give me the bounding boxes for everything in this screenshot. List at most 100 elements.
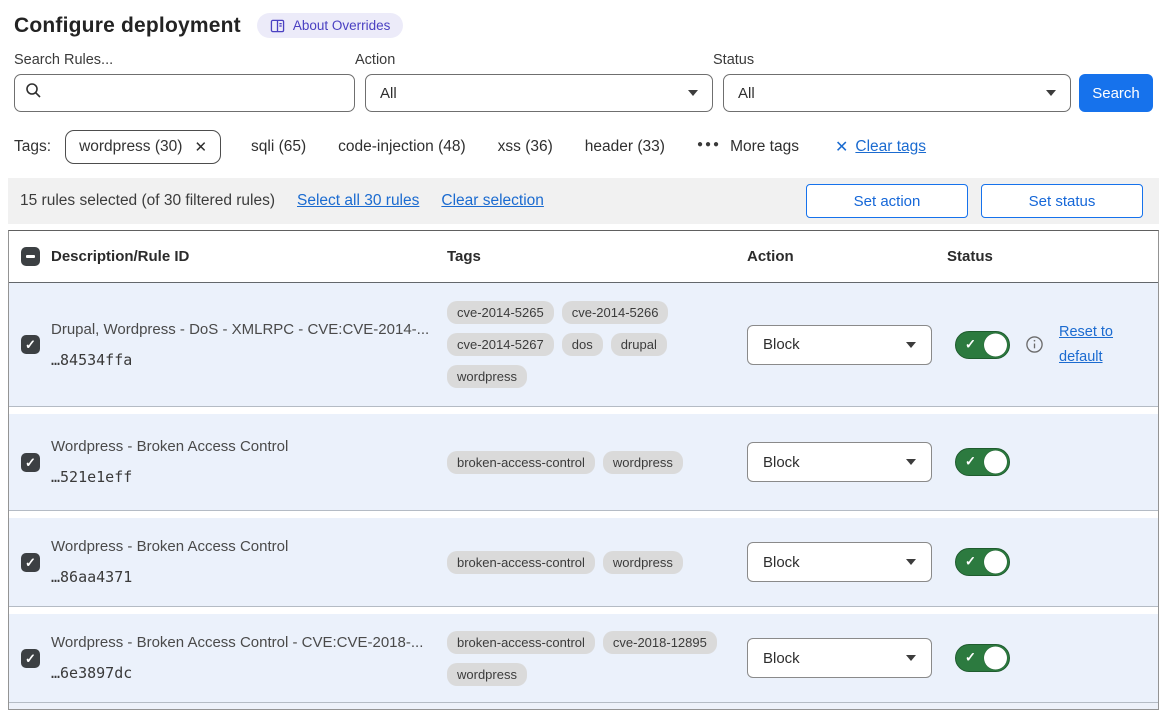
rule-action-select[interactable]: Block (747, 442, 932, 482)
tag-chip: cve-2014-5265 (447, 301, 554, 324)
rule-description: Wordpress - Broken Access Control (51, 438, 431, 455)
rule-action-value: Block (763, 554, 800, 571)
rule-id: …86aa4371 (51, 568, 431, 586)
rule-status-toggle[interactable]: ✓ (955, 644, 1010, 672)
rule-description: Drupal, Wordpress - DoS - XMLRPC - CVE:C… (51, 321, 431, 338)
chevron-down-icon (906, 459, 916, 465)
selected-tag-label: wordpress (30) (79, 138, 182, 156)
row-checkbox[interactable]: ✓ (21, 335, 40, 354)
status-filter-value: All (738, 85, 755, 102)
search-rules-box (14, 74, 355, 112)
reset-to-default-link[interactable]: Reset to default (1059, 320, 1123, 369)
set-status-button[interactable]: Set status (981, 184, 1143, 218)
rule-id: …521e1eff (51, 468, 431, 486)
tag-option-sqli[interactable]: sqli (65) (251, 138, 306, 156)
search-rules-label: Search Rules... (14, 52, 355, 68)
rule-status-toggle[interactable]: ✓ (955, 548, 1010, 576)
rule-tags: broken-access-control wordpress (447, 551, 723, 574)
rule-id: …84534ffa (51, 351, 431, 369)
info-icon[interactable] (1025, 335, 1044, 354)
rules-table: Description/Rule ID Tags Action Status ✓… (8, 230, 1159, 710)
search-icon (25, 82, 42, 104)
clear-tags-link[interactable]: ✕ Clear tags (835, 137, 926, 157)
tag-chip: broken-access-control (447, 551, 595, 574)
more-tags-button[interactable]: ●●● More tags (697, 138, 799, 156)
rule-id: …6e3897dc (51, 664, 431, 682)
action-filter-select[interactable]: All (365, 74, 713, 112)
check-icon: ✓ (965, 650, 976, 666)
row-checkbox[interactable]: ✓ (21, 553, 40, 572)
check-icon: ✓ (25, 652, 36, 665)
row-separator (9, 407, 1158, 414)
tag-option-xss[interactable]: xss (36) (498, 138, 553, 156)
tags-label: Tags: (14, 138, 51, 156)
rule-status-toggle[interactable]: ✓ (955, 331, 1010, 359)
status-filter-label: Status (713, 52, 1071, 68)
table-row: ✓ Wordpress - Broken Access Control …521… (9, 414, 1158, 511)
table-header-row: Description/Rule ID Tags Action Status (9, 231, 1158, 283)
action-filter-value: All (380, 85, 397, 102)
rule-action-value: Block (763, 650, 800, 667)
select-all-rules-link[interactable]: Select all 30 rules (297, 192, 419, 210)
check-icon: ✓ (25, 556, 36, 569)
rule-tags: broken-access-control cve-2018-12895 wor… (447, 631, 723, 686)
check-icon: ✓ (965, 554, 976, 570)
about-overrides-label: About Overrides (293, 18, 391, 33)
set-action-button[interactable]: Set action (806, 184, 968, 218)
filters-bar: Search Rules... Action All Status All Se… (0, 46, 1167, 112)
about-overrides-badge[interactable]: About Overrides (257, 13, 404, 38)
tags-bar: Tags: wordpress (30) ✕ sqli (65) code-in… (0, 112, 1167, 178)
tag-option-header[interactable]: header (33) (585, 138, 665, 156)
rule-status-toggle[interactable]: ✓ (955, 448, 1010, 476)
select-all-checkbox[interactable] (21, 247, 40, 266)
table-row: ✓ Wordpress - Broken Access Control - CV… (9, 614, 1158, 703)
search-rules-input[interactable] (50, 85, 344, 102)
chevron-down-icon (906, 655, 916, 661)
rule-action-select[interactable]: Block (747, 542, 932, 582)
table-row: ✓ Wordpress - Broken Access Control …86a… (9, 518, 1158, 607)
check-icon: ✓ (25, 456, 36, 469)
row-separator (9, 607, 1158, 614)
close-icon[interactable]: ✕ (194, 138, 207, 156)
toggle-knob (984, 333, 1007, 356)
minus-icon (26, 255, 35, 258)
tag-chip: cve-2014-5266 (562, 301, 669, 324)
tag-option-code-injection[interactable]: code-injection (48) (338, 138, 466, 156)
tag-chip: wordpress (447, 663, 527, 686)
row-separator (9, 511, 1158, 518)
more-tags-label: More tags (730, 138, 799, 156)
close-icon: ✕ (835, 137, 848, 157)
rule-action-value: Block (763, 336, 800, 353)
rule-action-value: Block (763, 454, 800, 471)
toggle-knob (984, 451, 1007, 474)
tag-chip: cve-2018-12895 (603, 631, 717, 654)
clear-tags-label: Clear tags (855, 138, 926, 156)
tag-chip: broken-access-control (447, 631, 595, 654)
ellipsis-icon: ●●● (697, 139, 721, 150)
book-icon (270, 19, 285, 33)
row-checkbox[interactable]: ✓ (21, 453, 40, 472)
row-checkbox[interactable]: ✓ (21, 649, 40, 668)
tag-chip: drupal (611, 333, 667, 356)
status-filter-select[interactable]: All (723, 74, 1071, 112)
selected-tag-wordpress[interactable]: wordpress (30) ✕ (65, 130, 221, 164)
rule-tags: cve-2014-5265 cve-2014-5266 cve-2014-526… (447, 301, 723, 388)
chevron-down-icon (688, 90, 698, 96)
page-header: Configure deployment About Overrides (0, 0, 1167, 46)
chevron-down-icon (906, 342, 916, 348)
chevron-down-icon (1046, 90, 1056, 96)
rule-tags: broken-access-control wordpress (447, 451, 723, 474)
clear-selection-link[interactable]: Clear selection (441, 192, 544, 210)
search-button[interactable]: Search (1079, 74, 1153, 112)
toggle-knob (984, 551, 1007, 574)
page-title: Configure deployment (14, 14, 241, 38)
column-header-action: Action (747, 248, 947, 265)
rule-description: Wordpress - Broken Access Control - CVE:… (51, 634, 431, 651)
rule-description: Wordpress - Broken Access Control (51, 538, 431, 555)
chevron-down-icon (906, 559, 916, 565)
rule-action-select[interactable]: Block (747, 325, 932, 365)
selection-bar: 15 rules selected (of 30 filtered rules)… (8, 178, 1159, 224)
tag-chip: cve-2014-5267 (447, 333, 554, 356)
rule-action-select[interactable]: Block (747, 638, 932, 678)
check-icon: ✓ (965, 454, 976, 470)
